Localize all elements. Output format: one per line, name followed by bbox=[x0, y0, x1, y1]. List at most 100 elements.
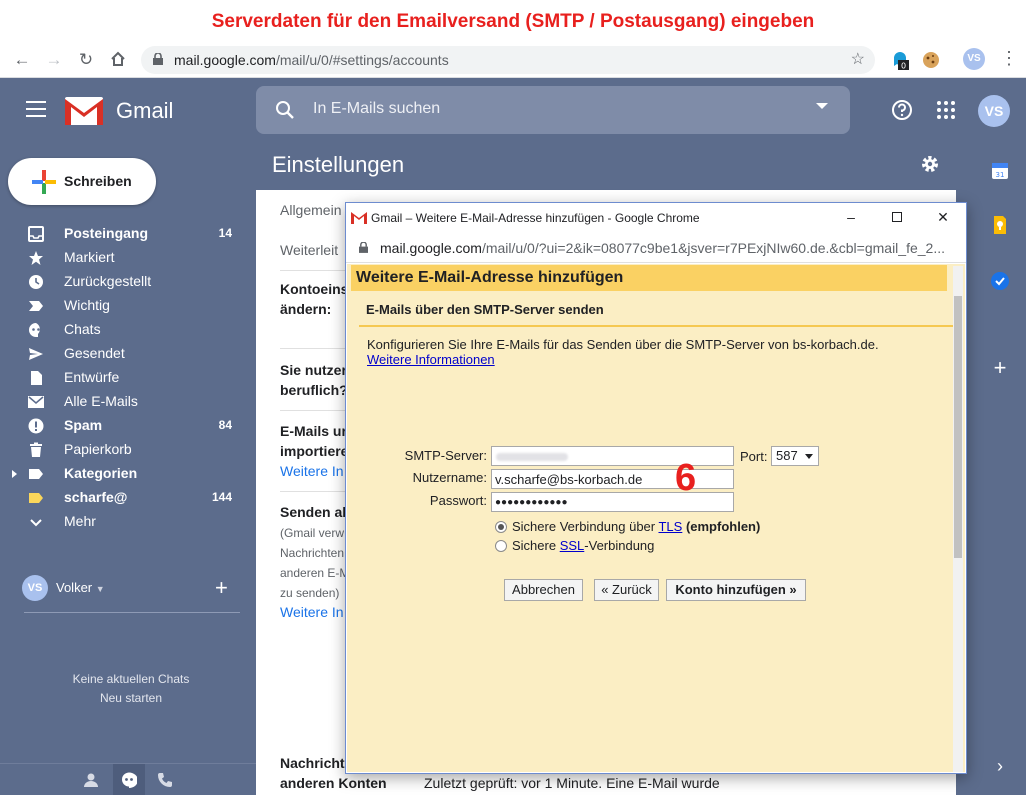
scrollbar-thumb[interactable] bbox=[954, 296, 962, 558]
svg-text:31: 31 bbox=[996, 171, 1005, 179]
address-bar[interactable]: mail.google.com/mail/u/0/#settings/accou… bbox=[141, 46, 875, 74]
tls-option-label[interactable]: Sichere Verbindung über TLS (empfohlen) bbox=[512, 519, 760, 534]
search-icon[interactable] bbox=[274, 99, 296, 121]
inbox-count: 14 bbox=[218, 226, 232, 240]
search-input[interactable]: In E-Mails suchen bbox=[313, 100, 440, 118]
forward-icon[interactable]: → bbox=[43, 50, 65, 70]
sidebar-item-starred[interactable]: Markiert bbox=[0, 246, 256, 270]
extension-cookie-icon[interactable] bbox=[921, 50, 941, 70]
contacts-icon[interactable] bbox=[83, 772, 99, 788]
password-input[interactable]: ●●●●●●●●●●●● bbox=[491, 492, 734, 512]
chrome-profile-avatar[interactable]: VS bbox=[963, 48, 985, 70]
minimize-icon[interactable]: – bbox=[843, 209, 859, 225]
tutorial-banner: Serverdaten für den Emailversand (SMTP /… bbox=[0, 0, 1026, 42]
sidebar-item-categories[interactable]: Kategorien bbox=[0, 462, 256, 486]
account-label-count: 144 bbox=[211, 490, 232, 504]
reload-icon[interactable]: ↻ bbox=[75, 50, 97, 70]
hangouts-bottom-bar bbox=[0, 763, 256, 795]
page-title: Einstellungen bbox=[272, 152, 405, 177]
compose-label: Schreiben bbox=[64, 173, 132, 189]
more-information-link[interactable]: Weitere Informationen bbox=[367, 352, 495, 367]
ssl-radio[interactable] bbox=[495, 540, 507, 552]
no-chats-notice: Keine aktuellen Chats Neu starten bbox=[0, 670, 262, 708]
tasks-icon[interactable] bbox=[990, 271, 1010, 291]
tab-general[interactable]: Allgemein bbox=[280, 202, 341, 218]
sidebar-nav: Posteingang 14 Markiert Zurückgestellt W… bbox=[0, 222, 256, 534]
port-value: 587 bbox=[776, 448, 798, 463]
hangouts-divider bbox=[24, 612, 240, 613]
new-conversation-icon[interactable]: + bbox=[215, 577, 228, 599]
label-yellow-icon bbox=[29, 493, 43, 503]
sidebar-item-account-label[interactable]: scharfe@ 144 bbox=[0, 486, 256, 510]
start-new-chat-link[interactable]: Neu starten bbox=[0, 689, 262, 708]
back-icon[interactable]: ← bbox=[11, 50, 33, 70]
ssl-option-label[interactable]: Sichere SSL-Verbindung bbox=[512, 538, 654, 553]
hangouts-icon[interactable] bbox=[121, 772, 137, 788]
compose-plus-icon bbox=[32, 170, 56, 194]
search-bar[interactable]: In E-Mails suchen bbox=[256, 86, 850, 134]
send-as-note-2: Nachrichten bbox=[280, 546, 345, 560]
password-label: Passwort: bbox=[429, 493, 487, 508]
settings-divider bbox=[280, 410, 350, 411]
smtp-server-input[interactable] bbox=[491, 446, 734, 466]
popup-address-bar: mail.google.com/mail/u/0/?ui=2&ik=08077c… bbox=[346, 233, 966, 263]
sidebar-item-trash[interactable]: Papierkorb bbox=[0, 438, 256, 462]
search-options-icon[interactable] bbox=[816, 103, 828, 109]
port-label: Port: bbox=[740, 449, 768, 464]
setting-business-label-2: beruflich? bbox=[280, 382, 348, 398]
browser-toolbar: ← → ↻ mail.google.com/mail/u/0/#settings… bbox=[0, 42, 1026, 78]
sidebar-item-more[interactable]: Mehr bbox=[0, 510, 256, 534]
mail-icon bbox=[28, 396, 44, 408]
add-app-icon[interactable]: + bbox=[990, 357, 1010, 379]
tls-radio[interactable] bbox=[495, 521, 507, 533]
username-input[interactable]: v.scharfe@bs-korbach.de bbox=[491, 469, 734, 489]
extension-ghostery-icon[interactable]: 0 bbox=[890, 50, 910, 70]
close-icon[interactable]: ✕ bbox=[935, 209, 951, 225]
tab-forwarding[interactable]: Weiterleit bbox=[280, 242, 338, 258]
sidebar-item-drafts[interactable]: Entwürfe bbox=[0, 366, 256, 390]
cancel-button[interactable]: Abbrechen bbox=[504, 579, 583, 601]
main-menu-icon[interactable] bbox=[26, 101, 46, 117]
back-button[interactable]: « Zurück bbox=[594, 579, 659, 601]
popup-scrollbar[interactable] bbox=[953, 266, 963, 772]
popup-description: Konfigurieren Sie Ihre E-Mails für das S… bbox=[367, 337, 879, 352]
more-info-link[interactable]: Weitere In bbox=[280, 463, 344, 479]
sidebar-item-snoozed[interactable]: Zurückgestellt bbox=[0, 270, 256, 294]
port-select[interactable]: 587 bbox=[771, 446, 819, 466]
help-icon[interactable] bbox=[890, 98, 914, 122]
important-icon bbox=[29, 301, 43, 311]
sidebar-item-chats[interactable]: Chats bbox=[0, 318, 256, 342]
settings-divider bbox=[280, 491, 350, 492]
gear-icon[interactable] bbox=[920, 154, 940, 174]
gmail-logo-icon[interactable] bbox=[65, 97, 103, 125]
more-info-link-2[interactable]: Weitere In bbox=[280, 604, 344, 620]
gmail-favicon-icon bbox=[351, 211, 367, 224]
add-account-button[interactable]: Konto hinzufügen » bbox=[666, 579, 806, 601]
add-email-popup-window: Gmail – Weitere E-Mail-Adresse hinzufüge… bbox=[345, 202, 967, 774]
sidebar-item-spam[interactable]: Spam 84 bbox=[0, 414, 256, 438]
send-icon bbox=[29, 348, 43, 360]
smtp-server-value bbox=[496, 453, 568, 461]
settings-divider bbox=[280, 270, 350, 271]
sidebar-item-inbox[interactable]: Posteingang 14 bbox=[0, 222, 256, 246]
spam-icon bbox=[28, 418, 44, 434]
home-icon[interactable] bbox=[107, 50, 129, 70]
maximize-icon[interactable] bbox=[889, 209, 905, 225]
setting-import-label-2: importiere bbox=[280, 443, 349, 459]
chrome-menu-icon[interactable]: ⋮ bbox=[1000, 48, 1018, 70]
expand-panel-icon[interactable]: › bbox=[990, 756, 1010, 776]
popup-titlebar: Gmail – Weitere E-Mail-Adresse hinzufüge… bbox=[346, 203, 966, 233]
bookmark-star-icon[interactable]: ☆ bbox=[851, 49, 865, 69]
keep-icon[interactable] bbox=[990, 215, 1010, 235]
expand-arrow-icon[interactable] bbox=[12, 470, 17, 478]
phone-icon[interactable] bbox=[157, 772, 173, 788]
sidebar-item-all-mail[interactable]: Alle E-Mails bbox=[0, 390, 256, 414]
apps-grid-icon[interactable] bbox=[934, 98, 958, 122]
send-as-note-4: zu senden) bbox=[280, 586, 340, 600]
settings-divider bbox=[280, 348, 350, 349]
sidebar-item-important[interactable]: Wichtig bbox=[0, 294, 256, 318]
account-avatar[interactable]: VS bbox=[978, 95, 1010, 127]
calendar-icon[interactable]: 31 bbox=[990, 161, 1010, 181]
sidebar-item-sent[interactable]: Gesendet bbox=[0, 342, 256, 366]
compose-button[interactable]: Schreiben bbox=[8, 158, 156, 205]
